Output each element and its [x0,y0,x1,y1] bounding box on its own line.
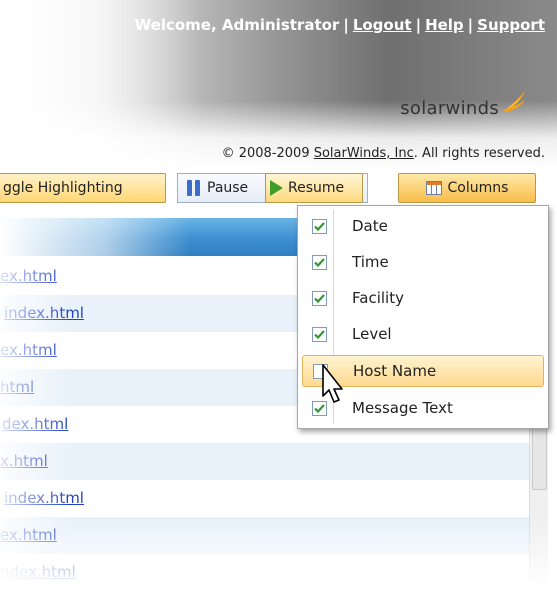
row-link[interactable]: ex.html [0,332,57,369]
menu-item-label: Level [352,325,392,343]
play-icon [270,180,283,196]
welcome-text: Welcome, Administrator [134,16,340,34]
table-row: index.html [0,480,530,517]
row-link[interactable]: dex.html [2,406,68,443]
checkbox-checked-icon[interactable] [312,326,327,342]
menu-item-level[interactable]: Level [302,318,544,350]
top-navigation: Welcome, Administrator | Logout | Help | Suppo… [134,16,545,34]
menu-item-label: Message Text [352,399,453,417]
menu-item-label: Host Name [353,362,437,380]
row-link[interactable]: index.html [4,480,84,517]
checkbox-checked-icon[interactable] [312,254,327,270]
columns-button[interactable]: Columns [398,173,536,203]
row-link[interactable]: html [0,369,34,406]
company-link[interactable]: SolarWinds, Inc [314,146,414,161]
checkbox-checked-icon[interactable] [312,218,327,234]
pause-label: Pause [207,180,249,196]
row-link[interactable]: ex.html [0,517,57,554]
logout-link[interactable]: Logout [353,16,412,34]
support-link[interactable]: Support [477,16,545,34]
page-header: Welcome, Administrator | Logout | Help | Suppo… [0,0,557,168]
toggle-highlighting-button[interactable]: ggle Highlighting [0,173,166,203]
mouse-pointer-icon [322,364,343,403]
menu-item-date[interactable]: Date [302,210,544,242]
checkbox-checked-icon[interactable] [312,290,327,306]
row-link[interactable]: index.html [4,295,84,332]
table-row: ex.html [0,517,530,554]
table-row: x.html [0,443,530,480]
row-link[interactable]: ndex.html [0,554,76,591]
columns-icon [425,181,442,195]
columns-label: Columns [447,180,509,196]
help-link[interactable]: Help [425,16,464,34]
toggle-highlighting-label: ggle Highlighting [3,180,123,196]
pause-button[interactable]: Pause [181,173,265,203]
copyright-text: © 2008-2009 SolarWinds, Inc. All rights … [221,146,545,161]
resume-label: Resume [288,180,345,196]
solarwinds-logo: solarwinds [400,91,527,121]
menu-item-time[interactable]: Time [302,246,544,278]
row-link[interactable]: x.html [0,443,48,480]
menu-item-facility[interactable]: Facility [302,282,544,314]
menu-item-label: Facility [352,289,404,307]
row-link[interactable]: ex.html [0,258,57,295]
resume-button[interactable]: Resume [265,173,363,203]
table-row: ndex.html [0,554,530,591]
brand-name: solarwinds [400,97,499,119]
flame-icon [503,91,525,112]
menu-item-label: Time [352,253,389,271]
pause-icon [187,180,201,196]
menu-item-label: Date [352,217,388,235]
